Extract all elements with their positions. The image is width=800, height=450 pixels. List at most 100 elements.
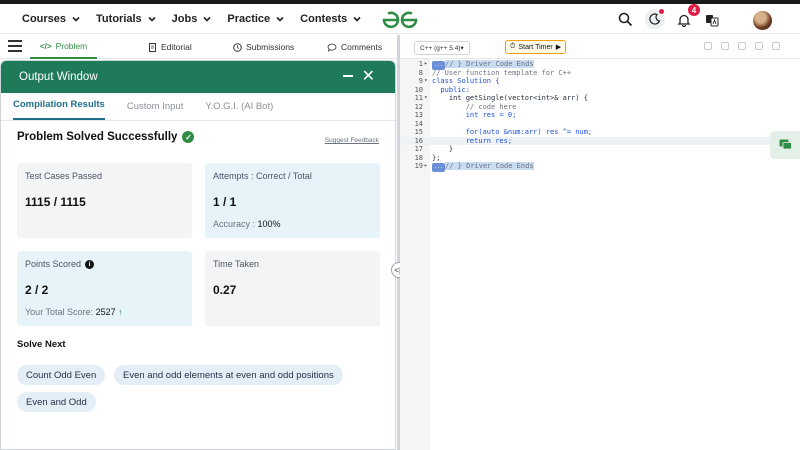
clock-icon	[233, 42, 242, 52]
chevron-down-icon	[276, 16, 284, 22]
nav-label: Tutorials	[96, 12, 142, 25]
solve-next-chip[interactable]: Even and odd elements at even and odd po…	[114, 365, 343, 385]
search-icon[interactable]	[615, 9, 635, 29]
code-line[interactable]: 10 public:	[400, 86, 800, 95]
code-content: // code here	[432, 102, 517, 111]
card-test-cases: Test Cases Passed 1115 / 1115	[17, 163, 192, 238]
fold-icon[interactable]: ▾	[424, 77, 428, 86]
translate-icon[interactable]	[702, 10, 722, 30]
code-text: // code here	[432, 102, 517, 112]
tab-problem[interactable]: </> Problem	[30, 35, 98, 59]
code-line[interactable]: 13 int res = 0;	[400, 111, 800, 120]
dark-mode-icon[interactable]	[645, 9, 665, 29]
copy-icon[interactable]	[704, 42, 712, 50]
fold-icon[interactable]: ▾	[424, 94, 428, 103]
output-window-header: Output Window	[1, 61, 395, 93]
total-score-line: Your Total Score: 2527 ↑	[25, 307, 184, 317]
code-content: int res = 0;	[432, 111, 517, 119]
code-line[interactable]: 11 ▾ int getSingle(vector<int>& arr) {	[400, 94, 800, 103]
fullscreen-icon[interactable]	[772, 42, 780, 50]
tab-submissions[interactable]: Submissions	[233, 35, 294, 59]
tab-custom-input[interactable]: Custom Input	[127, 101, 184, 120]
code-icon: </>	[40, 41, 52, 51]
export-icon[interactable]	[721, 42, 729, 50]
minimize-icon[interactable]	[343, 75, 353, 77]
tab-compilation-results[interactable]: Compilation Results	[13, 99, 105, 120]
total-score-value: 2527	[95, 307, 116, 317]
line-number: 14	[414, 119, 423, 128]
line-number: 11	[414, 94, 423, 102]
comment-icon	[327, 43, 337, 52]
nav-jobs[interactable]: Jobs	[172, 13, 214, 25]
start-timer-button[interactable]: ⏱ Start Timer ▶	[505, 40, 567, 54]
tab-editorial[interactable]: Editorial	[148, 35, 192, 59]
card-value: 1 / 1	[213, 195, 237, 209]
code-line[interactable]: 18};	[400, 154, 800, 163]
code-content: // } Driver Code Ends	[445, 60, 534, 68]
status-heading: Problem Solved Successfully ✓	[17, 131, 195, 143]
line-number: 18	[414, 153, 423, 162]
nav-label: Jobs	[171, 12, 198, 25]
code-editor[interactable]: 1 ▸...// } Driver Code Ends 8// User funct…	[400, 60, 800, 172]
menu-icon[interactable]	[8, 40, 22, 52]
editor-toolbar: C++ (g++ 5.4) ▾ ⏱ Start Timer ▶	[400, 35, 800, 59]
code-line[interactable]: 12 // code here	[400, 103, 800, 112]
solve-next-chip[interactable]: Even and Odd	[17, 392, 96, 412]
nav-tutorials[interactable]: Tutorials	[96, 13, 158, 25]
play-icon: ▶	[555, 44, 562, 51]
chat-icon	[779, 139, 792, 150]
card-attempts: Attempts : Correct / Total 1 / 1 Accurac…	[205, 163, 380, 238]
code-line[interactable]: 17 }	[400, 145, 800, 154]
suggest-feedback-link[interactable]: Suggest Feedback	[325, 137, 379, 144]
collapsed-tag[interactable]: ...	[432, 163, 446, 172]
gfg-logo[interactable]	[380, 9, 420, 31]
card-time: Time Taken 0.27	[205, 251, 380, 326]
nav-menu: Courses Tutorials Jobs Practice Contests	[22, 13, 363, 25]
language-select[interactable]: C++ (g++ 5.4) ▾	[414, 41, 470, 55]
language-label: C++ (g++ 5.4)	[420, 44, 461, 52]
accuracy-line: Accuracy : 100%	[213, 219, 372, 229]
solve-next-chip[interactable]: Count Odd Even	[17, 365, 106, 385]
close-icon[interactable]: ✕	[362, 69, 375, 85]
nav-courses[interactable]: Courses	[22, 13, 82, 25]
code-line[interactable]: 14	[400, 120, 800, 129]
code-text: }	[432, 145, 453, 154]
code-text: for(auto &num:arr) res ^= num;	[432, 128, 592, 137]
card-label: Points Scored i	[25, 259, 184, 269]
chevron-down-icon	[203, 16, 211, 22]
chat-button[interactable]	[770, 131, 800, 159]
bell-icon[interactable]: 4	[674, 4, 700, 30]
line-number: 17	[414, 145, 423, 153]
code-content: int getSingle(vector<int>& arr) {	[432, 94, 588, 102]
code-content: public:	[432, 85, 470, 94]
chevron-down-icon: ▾	[460, 45, 464, 52]
reset-icon[interactable]	[755, 42, 763, 50]
document-icon	[149, 42, 156, 52]
code-content: };	[432, 153, 441, 162]
line-number: 19	[414, 162, 423, 170]
info-icon[interactable]: i	[85, 259, 95, 269]
settings-icon[interactable]	[738, 42, 746, 50]
code-line[interactable]: 1 ▸...// } Driver Code Ends	[400, 60, 800, 70]
nav-practice[interactable]: Practice	[227, 13, 286, 25]
code-line[interactable]: 9 ▾ class Solution {	[400, 77, 800, 86]
total-score-label: Your Total Score:	[25, 307, 94, 317]
tab-comments[interactable]: Comments	[327, 35, 382, 59]
tab-label: Comments	[341, 42, 383, 52]
status-text: Problem Solved Successfully	[17, 131, 178, 143]
code-line[interactable]: 8 // User function template for C++	[400, 69, 800, 78]
code-line[interactable]: 15 for(auto &num:arr) res ^= num;	[400, 128, 800, 137]
tab-ai-bot[interactable]: Y.O.G.I. (AI Bot)	[205, 101, 273, 120]
fold-icon[interactable]: ▸	[424, 162, 428, 171]
nav-label: Contests	[300, 12, 348, 25]
code-text: return res;	[432, 137, 512, 146]
tab-label: Editorial	[161, 42, 192, 52]
nav-contests[interactable]: Contests	[300, 13, 363, 25]
avatar[interactable]	[753, 11, 772, 30]
line-number: 15	[414, 128, 423, 136]
accuracy-value: 100%	[257, 219, 281, 229]
fold-icon[interactable]: ▸	[424, 60, 428, 69]
card-label-text: Points Scored	[25, 259, 82, 269]
code-line[interactable]: 16 return res;	[400, 136, 800, 146]
code-line[interactable]: 19 ▸...// } Driver Code Ends	[400, 162, 800, 172]
